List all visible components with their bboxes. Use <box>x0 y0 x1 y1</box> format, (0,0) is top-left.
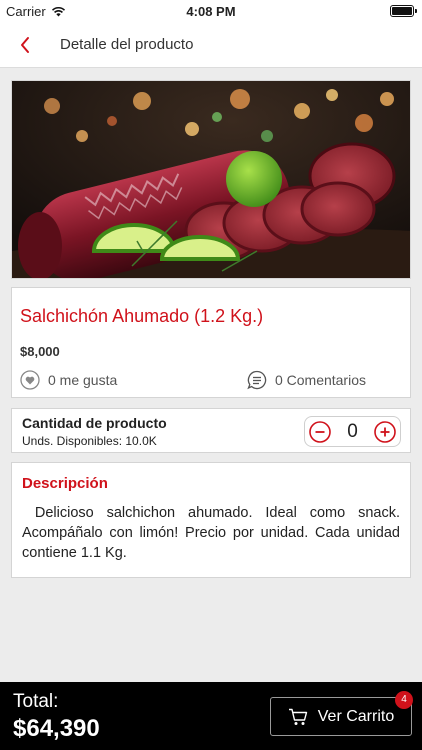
like-button[interactable]: 0 me gusta <box>20 370 117 390</box>
heart-icon <box>20 370 40 390</box>
cart-icon <box>288 708 307 725</box>
quantity-card: Cantidad de producto Unds. Disponibles: … <box>11 408 411 453</box>
product-info-card: Salchichón Ahumado (1.2 Kg.) $8,000 0 me… <box>11 287 411 398</box>
description-title: Descripción <box>22 475 108 492</box>
product-image <box>11 80 411 279</box>
comments-button[interactable]: 0 Comentarios <box>247 370 366 390</box>
battery-icon <box>390 5 417 17</box>
navigation-bar: Detalle del producto <box>0 22 422 68</box>
increase-button[interactable] <box>374 421 396 443</box>
quantity-stepper[interactable]: 0 <box>304 416 401 447</box>
likes-count: 0 me gusta <box>48 372 118 388</box>
clock: 4:08 PM <box>186 4 236 19</box>
total-label: Total: <box>13 691 59 712</box>
product-price: $8,000 <box>20 344 60 359</box>
cart-count-badge: 4 <box>395 691 413 709</box>
description-card: Descripción Delicioso salchichon ahumado… <box>11 462 411 578</box>
view-cart-label: Ver Carrito <box>317 707 395 725</box>
comment-icon <box>247 370 267 390</box>
chevron-left-icon <box>21 37 29 53</box>
total-value: $64,390 <box>13 715 100 742</box>
available-units: Unds. Disponibles: 10.0K <box>22 434 157 448</box>
plus-circle-icon <box>374 421 396 443</box>
quantity-title: Cantidad de producto <box>22 415 167 431</box>
description-text: Delicioso salchichon ahumado. Ideal como… <box>22 505 405 561</box>
page-title: Detalle del producto <box>60 36 194 53</box>
comments-count: 0 Comentarios <box>274 372 366 388</box>
view-cart-button[interactable]: Ver Carrito 4 <box>270 691 413 736</box>
status-bar: Carrier 4:08 PM <box>0 0 422 22</box>
back-button[interactable] <box>14 32 38 58</box>
product-name: Salchichón Ahumado (1.2 Kg.) <box>20 306 264 326</box>
cart-summary-bar: Total: $64,390 Ver Carrito 4 <box>0 682 422 750</box>
